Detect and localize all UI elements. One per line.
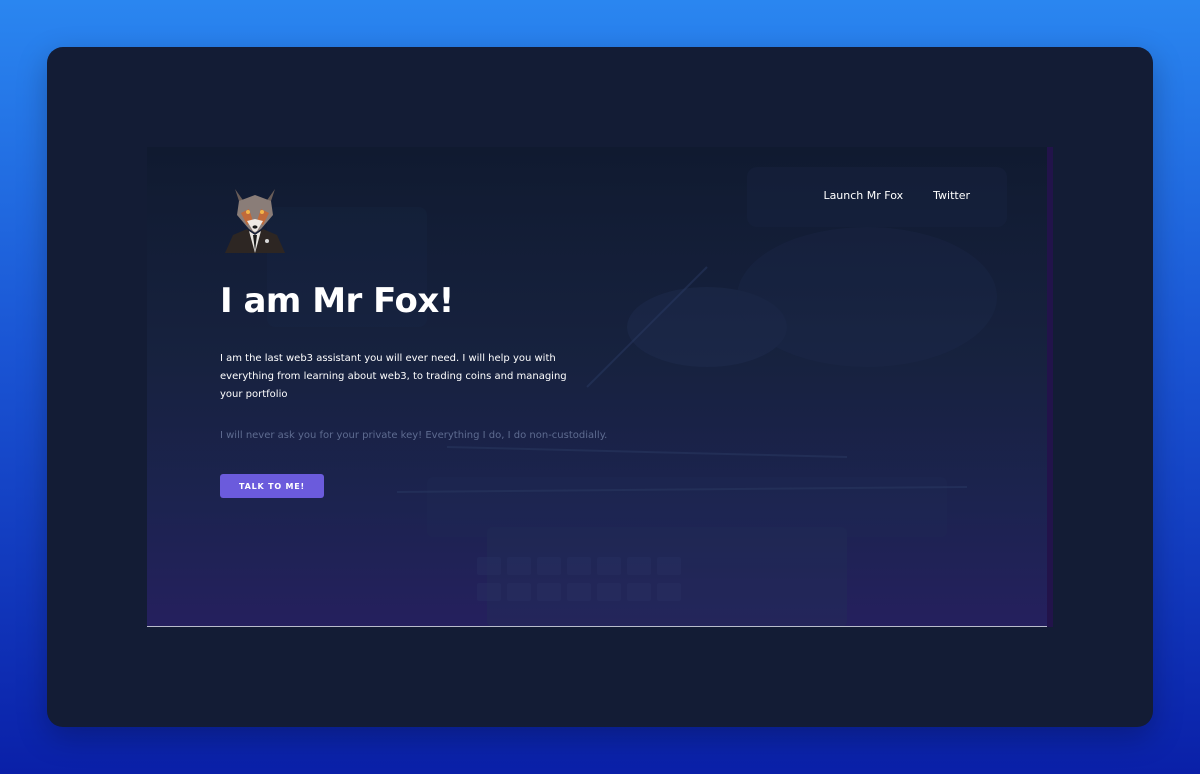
hero-title: I am Mr Fox! (220, 281, 454, 321)
launch-mr-fox-link[interactable]: Launch Mr Fox (823, 189, 903, 202)
hero-disclaimer: I will never ask you for your private ke… (220, 430, 608, 441)
fox-logo-icon[interactable] (221, 185, 289, 253)
talk-to-me-button[interactable]: TALK TO ME! (220, 474, 324, 498)
twitter-link[interactable]: Twitter (933, 189, 970, 202)
hero-intro: I am the last web3 assistant you will ev… (220, 353, 567, 400)
website-hero: Launch Mr Fox Twitter I am Mr Fox! I am … (147, 147, 1053, 627)
bottom-divider (147, 626, 1047, 627)
right-edge-strip (1047, 147, 1053, 627)
top-nav: Launch Mr Fox Twitter (823, 189, 970, 202)
